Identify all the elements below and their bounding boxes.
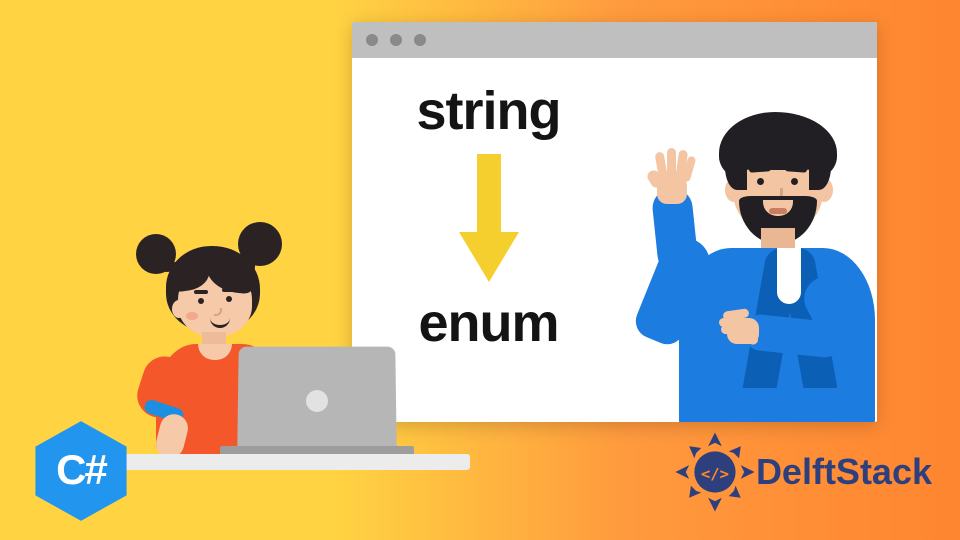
laptop-icon: [220, 346, 410, 466]
delftstack-emblem-icon: </>: [672, 428, 758, 516]
browser-titlebar: [352, 22, 877, 58]
desk: [120, 454, 470, 470]
delftstack-label: DelftStack: [756, 451, 932, 493]
csharp-badge-icon: C#: [28, 418, 134, 524]
down-arrow-icon: [457, 154, 521, 284]
waving-hand-icon: [649, 150, 695, 204]
keyword-enum: enum: [418, 292, 558, 354]
chest-hand-icon: [719, 310, 767, 350]
window-dot-min: [390, 34, 402, 46]
browser-content: string enum: [352, 58, 877, 422]
delftstack-logo: </> DelftStack: [672, 424, 932, 520]
window-dot-max: [414, 34, 426, 46]
window-dot-close: [366, 34, 378, 46]
keyword-string: string: [416, 80, 560, 142]
csharp-label: C#: [56, 446, 106, 494]
browser-window: string enum: [352, 22, 877, 422]
man-illustration: [625, 58, 877, 422]
man-figure: [621, 96, 877, 422]
svg-text:</>: </>: [701, 465, 729, 483]
